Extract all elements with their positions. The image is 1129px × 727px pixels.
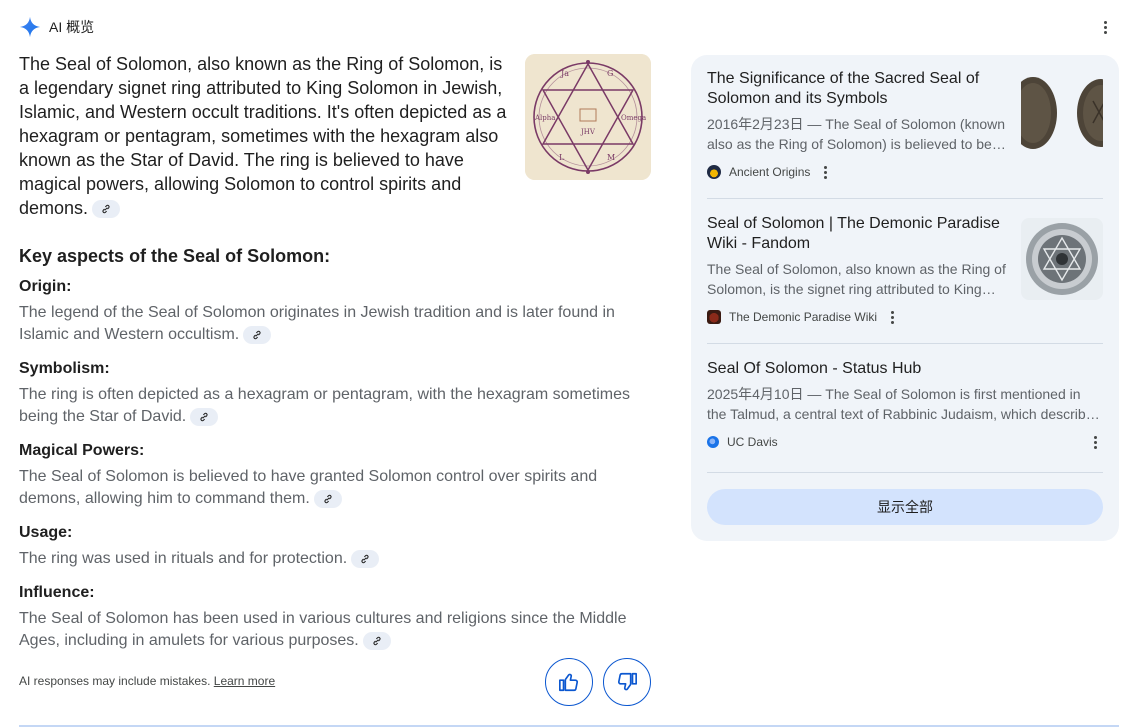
more-options-icon[interactable] [885,309,900,326]
source-title[interactable]: Seal Of Solomon - Status Hub [707,359,1007,379]
svg-text:L: L [559,153,565,162]
source-card[interactable]: The Significance of the Sacred Seal of S… [707,69,1103,182]
card-divider [707,472,1103,473]
citation-link-icon[interactable] [351,549,380,568]
thumbs-down-icon [618,672,637,691]
card-divider [707,343,1103,344]
ai-overview-header: AI 概览 [19,14,94,40]
ring-thumbnail-image[interactable] [1021,218,1103,300]
aspect-text: The Seal of Solomon is believed to have … [19,466,644,510]
source-card[interactable]: Seal Of Solomon - Status Hub 2025年4月10日 … [707,359,1103,452]
ai-overview-title: AI 概览 [49,19,95,35]
source-attribution: Ancient Origins [707,162,1103,182]
show-all-button[interactable]: 显示全部 [707,489,1103,525]
key-aspects-heading: Key aspects of the Seal of Solomon: [19,246,331,266]
svg-text:Ja: Ja [560,69,569,78]
source-attribution: The Demonic Paradise Wiki [707,307,1103,327]
intro-text: The Seal of Solomon, also known as the R… [19,54,507,218]
citation-link-icon[interactable] [92,200,121,219]
more-options-icon[interactable] [1095,16,1115,38]
svg-text:JHV: JHV [580,128,596,136]
aspect-body-text: The ring was used in rituals and for pro… [19,550,348,567]
aspect-heading: Symbolism: [19,360,110,377]
source-attribution: UC Davis [707,432,1103,452]
ancient-origins-favicon-icon [707,165,721,179]
source-name: The Demonic Paradise Wiki [729,310,878,324]
source-name: UC Davis [727,435,778,449]
seal-of-solomon-image[interactable]: Ja G Alpha Omega JHV L M [525,54,651,180]
thumbs-down-button[interactable] [603,658,651,706]
learn-more-link[interactable]: Learn more [214,674,275,688]
source-snippet: 2025年4月10日 — The Seal of Solomon is firs… [707,386,1100,422]
aspect-item: Symbolism: The ring is often depicted as… [19,358,644,428]
disclaimer-text: AI responses may include mistakes. [19,674,211,688]
sources-panel: The Significance of the Sacred Seal of S… [691,55,1119,541]
aspect-body-text: The legend of the Seal of Solomon origin… [19,304,615,343]
aspect-text: The ring is often depicted as a hexagram… [19,384,644,428]
coin-thumbnail-image[interactable] [1021,73,1103,155]
thumbs-up-button[interactable] [545,658,593,706]
citation-link-icon[interactable] [190,407,219,426]
aspect-body-text: The Seal of Solomon has been used in var… [19,610,627,649]
aspect-heading: Origin: [19,278,72,295]
aspect-text: The legend of the Seal of Solomon origin… [19,302,644,346]
citation-link-icon[interactable] [313,489,342,508]
svg-text:M: M [607,153,615,162]
more-options-icon[interactable] [818,164,833,181]
svg-text:Alpha: Alpha [534,114,555,122]
aspect-heading: Magical Powers: [19,442,145,459]
source-snippet: The Seal of Solomon, also known as the R… [707,261,1006,297]
svg-text:G: G [607,69,613,78]
source-name: Ancient Origins [729,165,811,179]
gemini-spark-icon [19,16,41,38]
aspect-body-text: The ring is often depicted as a hexagram… [19,386,630,425]
aspect-heading: Influence: [19,584,95,601]
overview-content: The Seal of Solomon, also known as the R… [19,52,651,650]
aspect-item: Origin: The legend of the Seal of Solomo… [19,276,644,346]
aspect-item: Usage: The ring was used in rituals and … [19,522,644,570]
source-title[interactable]: The Significance of the Sacred Seal of S… [707,69,1007,109]
aspects-list: Origin: The legend of the Seal of Solomo… [19,276,644,664]
aspect-item: Magical Powers: The Seal of Solomon is b… [19,440,644,510]
thumbs-up-icon [559,673,578,692]
disclaimer: AI responses may include mistakes. Learn… [19,674,275,688]
svg-text:Omega: Omega [621,114,646,122]
aspect-text: The Seal of Solomon has been used in var… [19,608,644,652]
citation-link-icon[interactable] [243,325,272,344]
globe-icon [707,436,719,448]
more-options-icon[interactable] [1088,434,1103,451]
aspect-text: The ring was used in rituals and for pro… [19,548,644,570]
intro-paragraph: The Seal of Solomon, also known as the R… [19,52,511,220]
source-title[interactable]: Seal of Solomon | The Demonic Paradise W… [707,214,1007,254]
aspect-body-text: The Seal of Solomon is believed to have … [19,468,598,507]
aspect-item: Influence: The Seal of Solomon has been … [19,582,644,652]
citation-link-icon[interactable] [362,631,391,650]
demonic-paradise-favicon-icon [707,310,721,324]
source-card[interactable]: Seal of Solomon | The Demonic Paradise W… [707,214,1103,327]
aspect-heading: Usage: [19,524,73,541]
card-divider [707,198,1103,199]
source-snippet: 2016年2月23日 — The Seal of Solomon (known … [707,116,1006,152]
